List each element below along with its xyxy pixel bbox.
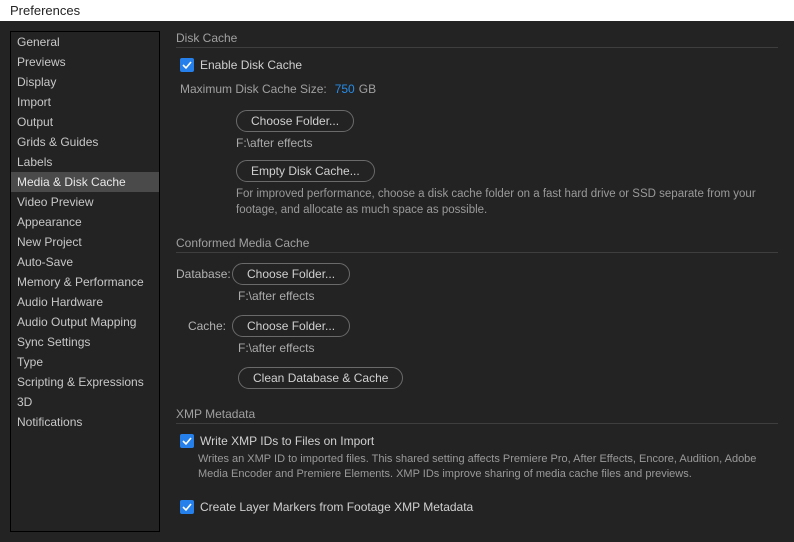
cache-choose-folder-button[interactable]: Choose Folder... xyxy=(232,315,350,337)
cache-row: Cache: Choose Folder... xyxy=(176,315,778,337)
xmp-metadata-title: XMP Metadata xyxy=(176,407,778,421)
sidebar-item-notifications[interactable]: Notifications xyxy=(11,412,159,432)
write-xmp-label: Write XMP IDs to Files on Import xyxy=(200,434,374,448)
sidebar-item-import[interactable]: Import xyxy=(11,92,159,112)
database-row: Database: Choose Folder... xyxy=(176,263,778,285)
layer-markers-label: Create Layer Markers from Footage XMP Me… xyxy=(200,500,473,514)
sidebar-item-audio-hardware[interactable]: Audio Hardware xyxy=(11,292,159,312)
database-path: F:\after effects xyxy=(238,289,778,303)
layer-markers-checkbox[interactable] xyxy=(180,500,194,514)
sidebar-item-media-disk-cache[interactable]: Media & Disk Cache xyxy=(11,172,159,192)
divider xyxy=(176,423,778,424)
check-icon xyxy=(182,60,192,70)
cache-label: Cache: xyxy=(176,319,232,333)
sidebar-item-scripting-expressions[interactable]: Scripting & Expressions xyxy=(11,372,159,392)
sidebar-item-previews[interactable]: Previews xyxy=(11,52,159,72)
enable-disk-cache-checkbox[interactable] xyxy=(180,58,194,72)
sidebar-item-auto-save[interactable]: Auto-Save xyxy=(11,252,159,272)
disk-cache-title: Disk Cache xyxy=(176,31,778,45)
disk-cache-folder-path: F:\after effects xyxy=(236,136,778,150)
write-xmp-help: Writes an XMP ID to imported files. This… xyxy=(198,452,768,482)
database-label: Database: xyxy=(176,267,232,281)
choose-folder-button[interactable]: Choose Folder... xyxy=(236,110,354,132)
enable-disk-cache-label: Enable Disk Cache xyxy=(200,58,302,72)
sidebar-item-audio-output-mapping[interactable]: Audio Output Mapping xyxy=(11,312,159,332)
sidebar-item-general[interactable]: General xyxy=(11,32,159,52)
window-title: Preferences xyxy=(10,3,80,18)
max-size-value[interactable]: 750 xyxy=(335,82,355,96)
conformed-media-section: Conformed Media Cache Database: Choose F… xyxy=(176,236,778,389)
main-panel: Disk Cache Enable Disk Cache Maximum Dis… xyxy=(176,31,784,532)
divider xyxy=(176,47,778,48)
sidebar-item-labels[interactable]: Labels xyxy=(11,152,159,172)
cache-path: F:\after effects xyxy=(238,341,778,355)
clean-database-cache-button[interactable]: Clean Database & Cache xyxy=(238,367,403,389)
sidebar-item-memory-performance[interactable]: Memory & Performance xyxy=(11,272,159,292)
sidebar-item-type[interactable]: Type xyxy=(11,352,159,372)
sidebar-item-output[interactable]: Output xyxy=(11,112,159,132)
sidebar-item-display[interactable]: Display xyxy=(11,72,159,92)
max-size-unit: GB xyxy=(359,82,376,96)
sidebar-item-video-preview[interactable]: Video Preview xyxy=(11,192,159,212)
divider xyxy=(176,252,778,253)
disk-cache-section: Disk Cache Enable Disk Cache Maximum Dis… xyxy=(176,31,778,218)
titlebar: Preferences xyxy=(0,0,794,21)
sidebar: General Previews Display Import Output G… xyxy=(10,31,160,532)
preferences-window: Preferences General Previews Display Imp… xyxy=(0,0,794,542)
enable-disk-cache-row: Enable Disk Cache xyxy=(180,58,778,72)
sidebar-item-new-project[interactable]: New Project xyxy=(11,232,159,252)
write-xmp-row: Write XMP IDs to Files on Import xyxy=(180,434,778,448)
write-xmp-checkbox[interactable] xyxy=(180,434,194,448)
conformed-media-title: Conformed Media Cache xyxy=(176,236,778,250)
check-icon xyxy=(182,502,192,512)
window-body: General Previews Display Import Output G… xyxy=(0,21,794,542)
empty-disk-cache-button[interactable]: Empty Disk Cache... xyxy=(236,160,375,182)
sidebar-item-3d[interactable]: 3D xyxy=(11,392,159,412)
sidebar-item-sync-settings[interactable]: Sync Settings xyxy=(11,332,159,352)
sidebar-item-appearance[interactable]: Appearance xyxy=(11,212,159,232)
layer-markers-row: Create Layer Markers from Footage XMP Me… xyxy=(180,500,778,514)
check-icon xyxy=(182,436,192,446)
disk-cache-help-text: For improved performance, choose a disk … xyxy=(236,186,766,218)
sidebar-item-grids-guides[interactable]: Grids & Guides xyxy=(11,132,159,152)
database-choose-folder-button[interactable]: Choose Folder... xyxy=(232,263,350,285)
xmp-metadata-section: XMP Metadata Write XMP IDs to Files on I… xyxy=(176,407,778,514)
max-size-row: Maximum Disk Cache Size: 750 GB xyxy=(180,82,778,96)
max-size-label: Maximum Disk Cache Size: xyxy=(180,82,327,96)
